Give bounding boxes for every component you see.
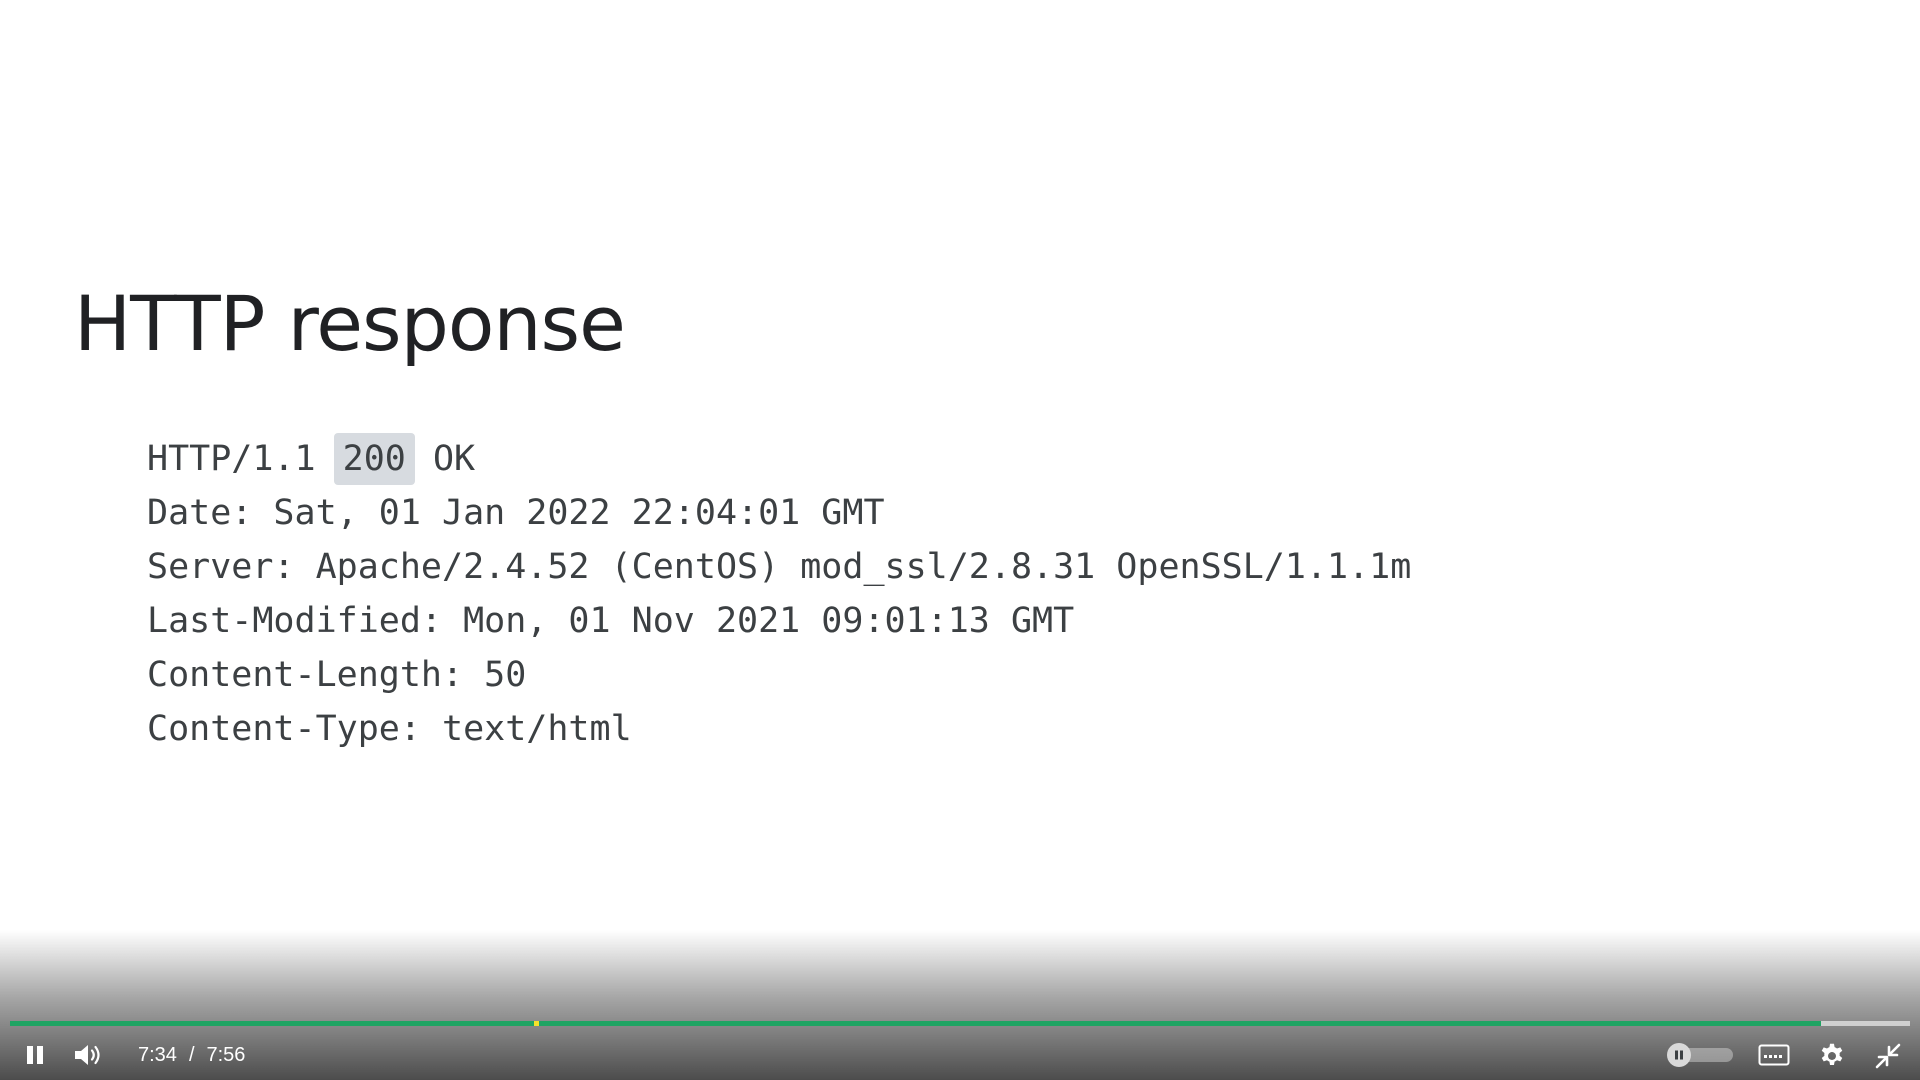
exit-fullscreen-button[interactable] [1871,1039,1905,1073]
autoplay-pause-icon [1675,1050,1683,1060]
autoplay-toggle[interactable] [1667,1043,1733,1067]
volume-button[interactable] [70,1038,106,1072]
pause-icon [27,1046,43,1064]
status-code-highlight: 200 [333,433,415,485]
captions-button[interactable] [1756,1039,1792,1071]
header-content-type: Content-Type: text/html [147,709,632,749]
http-response-code: HTTP/1.1 200 OK Date: Sat, 01 Jan 2022 2… [147,432,1411,756]
pause-button[interactable] [18,1039,52,1071]
slide-title: HTTP response [74,279,626,368]
player-controls-background [0,930,1920,1080]
status-line: HTTP/1.1 200 OK [147,432,1411,486]
header-date: Date: Sat, 01 Jan 2022 22:04:01 GMT [147,493,885,533]
current-time: 7:34 [138,1044,177,1066]
header-server: Server: Apache/2.4.52 (CentOS) mod_ssl/2… [147,547,1412,587]
header-last-modified: Last-Modified: Mon, 01 Nov 2021 09:01:13… [147,601,1075,641]
exit-fullscreen-icon [1875,1043,1901,1069]
video-frame: HTTP response HTTP/1.1 200 OK Date: Sat,… [0,0,1920,1080]
volume-icon [75,1045,100,1065]
settings-button[interactable] [1815,1039,1849,1073]
time-separator: / [188,1044,195,1066]
captions-icon [1758,1044,1790,1066]
header-content-length: Content-Length: 50 [147,655,527,695]
gear-icon [1821,1043,1843,1065]
duration: 7:56 [206,1044,246,1066]
progress-played [10,1021,1821,1026]
time-display: 7:34 / 7:56 [138,1040,245,1070]
status-line-protocol: HTTP/1.1 [147,439,337,479]
progress-marker [534,1021,540,1026]
progress-bar[interactable] [10,1021,1910,1026]
status-line-reason: OK [411,439,476,479]
autoplay-toggle-knob [1667,1043,1691,1067]
